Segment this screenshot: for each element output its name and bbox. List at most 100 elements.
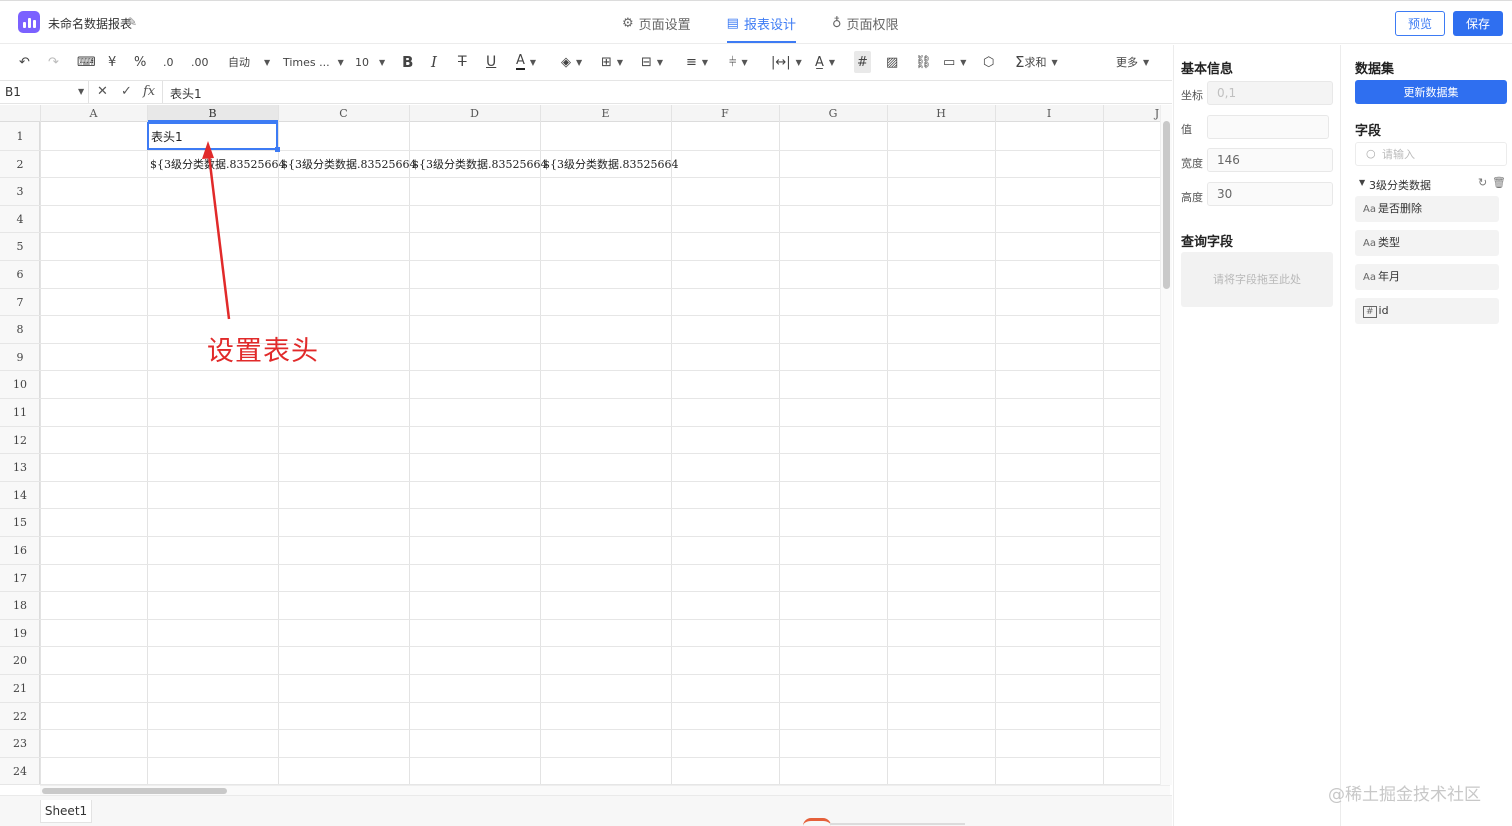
column-header-d[interactable]: D: [409, 107, 540, 120]
cell-e2[interactable]: ${3级分类数据.83525664: [543, 156, 678, 172]
caret-down-icon[interactable]: ▼: [1359, 178, 1365, 187]
gridlines-toggle[interactable]: #: [854, 51, 871, 73]
row-header-12[interactable]: 12: [0, 434, 40, 447]
undo-icon[interactable]: ↶: [19, 51, 30, 73]
field-name: 是否删除: [1377, 202, 1422, 215]
query-field-dropzone[interactable]: 请将字段拖至此处: [1181, 252, 1333, 307]
column-header-e[interactable]: E: [540, 107, 671, 120]
cancel-icon[interactable]: ✕: [97, 84, 108, 99]
percent-button[interactable]: %: [134, 51, 146, 73]
horizontal-align-button[interactable]: ≡ ▼: [686, 51, 708, 73]
column-header-i[interactable]: I: [995, 107, 1103, 120]
tab-page-permissions[interactable]: ♁ 页面权限: [832, 1, 899, 45]
delete-icon[interactable]: 🗑: [1492, 176, 1506, 189]
dataset-group-name[interactable]: 3级分类数据: [1369, 177, 1431, 193]
redo-icon[interactable]: ↷: [48, 51, 59, 73]
text-type-icon: Aa: [1363, 238, 1376, 249]
text-rotate-button[interactable]: A̲ ▼: [815, 51, 835, 73]
row-header-13[interactable]: 13: [0, 461, 40, 474]
row-header-16[interactable]: 16: [0, 544, 40, 557]
border-button[interactable]: ⊞ ▼: [601, 51, 623, 73]
row-header-15[interactable]: 15: [0, 516, 40, 529]
width-field[interactable]: 146: [1207, 148, 1333, 172]
insert-link-icon[interactable]: ⛓: [915, 51, 932, 73]
value-field[interactable]: [1207, 115, 1329, 139]
vertical-scrollbar[interactable]: [1160, 105, 1172, 785]
vertical-align-button[interactable]: ⫩ ▼: [729, 51, 748, 73]
decrease-decimal-icon[interactable]: .0: [163, 51, 174, 73]
chevron-down-icon[interactable]: ▼: [78, 87, 84, 96]
search-input[interactable]: [1382, 146, 1502, 162]
font-family-dropdown[interactable]: Times ... ▼: [283, 51, 344, 73]
row-header-19[interactable]: 19: [0, 627, 40, 640]
font-size-dropdown[interactable]: 10 ▼: [355, 51, 385, 73]
font-color-icon: A: [516, 53, 525, 70]
refresh-icon[interactable]: ↻: [1478, 176, 1487, 189]
text-wrap-button[interactable]: |↔| ▼: [771, 51, 802, 73]
field-search[interactable]: ○: [1355, 142, 1507, 166]
row-header-17[interactable]: 17: [0, 572, 40, 585]
format-painter-icon[interactable]: ⌨: [77, 51, 96, 73]
row-header-11[interactable]: 11: [0, 406, 40, 419]
font-color-button[interactable]: A ▼: [516, 51, 536, 73]
comment-button[interactable]: ▭ ▼: [943, 51, 966, 73]
formula-input[interactable]: 表头1: [170, 85, 202, 102]
confirm-icon[interactable]: ✓: [121, 84, 132, 99]
grid-line: [409, 105, 410, 785]
more-dropdown[interactable]: 更多 ▼: [1116, 51, 1149, 73]
row-header-14[interactable]: 14: [0, 489, 40, 502]
chevron-down-icon: ▼: [1051, 57, 1058, 67]
increase-decimal-icon[interactable]: .00: [191, 51, 209, 73]
cell-d2[interactable]: ${3级分类数据.83525664: [412, 156, 547, 172]
strikethrough-button[interactable]: T: [458, 51, 467, 73]
preview-button[interactable]: 预览: [1395, 11, 1445, 36]
column-header-g[interactable]: G: [779, 107, 887, 120]
freeze-icon[interactable]: ⬡: [983, 51, 994, 73]
merge-cells-button[interactable]: ⊟ ▼: [641, 51, 663, 73]
font-size-label: 10: [355, 55, 369, 69]
field-item[interactable]: Aa 年月: [1355, 264, 1499, 290]
sum-dropdown[interactable]: Σ 求和 ▼: [1015, 51, 1058, 73]
scrollbar-thumb[interactable]: [42, 788, 227, 794]
column-header-f[interactable]: F: [671, 107, 779, 120]
field-item[interactable]: Aa 是否删除: [1355, 196, 1499, 222]
scrollbar-thumb[interactable]: [1163, 121, 1170, 289]
function-icon[interactable]: fx: [143, 84, 155, 99]
row-header-10[interactable]: 10: [0, 378, 40, 391]
bold-button[interactable]: B: [402, 51, 413, 73]
hash-grid-icon: #: [857, 54, 868, 70]
underline-button[interactable]: U: [486, 51, 496, 73]
tab-page-settings[interactable]: ⚙ 页面设置: [622, 1, 691, 45]
edit-title-icon[interactable]: ✎: [127, 15, 137, 29]
spreadsheet-grid[interactable]: ABCDEFGHIJ 1 2 3 4 5 6 7 8 9 10 11 12 13 14 15 16 17 18 19…: [0, 105, 1160, 785]
column-header-h[interactable]: H: [887, 107, 995, 120]
row-header-23[interactable]: 23: [0, 737, 40, 750]
field-item[interactable]: # id: [1355, 298, 1499, 324]
height-field[interactable]: 30: [1207, 182, 1333, 206]
horizontal-scrollbar[interactable]: [40, 785, 1170, 795]
field-item[interactable]: Aa 类型: [1355, 230, 1499, 256]
refresh-dataset-button[interactable]: 更新数据集: [1355, 80, 1507, 104]
grid-line: [0, 591, 1160, 593]
document-title[interactable]: 未命名数据报表: [48, 15, 132, 32]
cell-c2[interactable]: ${3级分类数据.83525664: [281, 156, 416, 172]
italic-button[interactable]: I: [431, 51, 437, 73]
column-header-j[interactable]: J: [1103, 107, 1160, 120]
tab-report-design[interactable]: ▤ 报表设计: [726, 1, 797, 45]
basic-info-title: 基本信息: [1181, 62, 1234, 77]
number-format-dropdown[interactable]: 自动 ▼: [228, 51, 270, 73]
fill-color-button[interactable]: ◈ ▼: [561, 51, 582, 73]
annotation-arrow: [202, 141, 231, 320]
insert-image-icon[interactable]: ▨: [886, 51, 898, 73]
row-header-22[interactable]: 22: [0, 710, 40, 723]
save-button[interactable]: 保存: [1453, 11, 1503, 36]
row-header-20[interactable]: 20: [0, 654, 40, 667]
currency-button[interactable]: ¥: [108, 51, 116, 73]
sheet-tab[interactable]: Sheet1: [40, 800, 92, 823]
chevron-down-icon: ▼: [616, 57, 624, 67]
cell-reference-box[interactable]: B1: [5, 85, 21, 99]
grid-line: [0, 536, 1160, 537]
row-header-24[interactable]: 24: [0, 765, 40, 778]
row-header-21[interactable]: 21: [0, 682, 40, 695]
row-header-18[interactable]: 18: [0, 599, 40, 612]
